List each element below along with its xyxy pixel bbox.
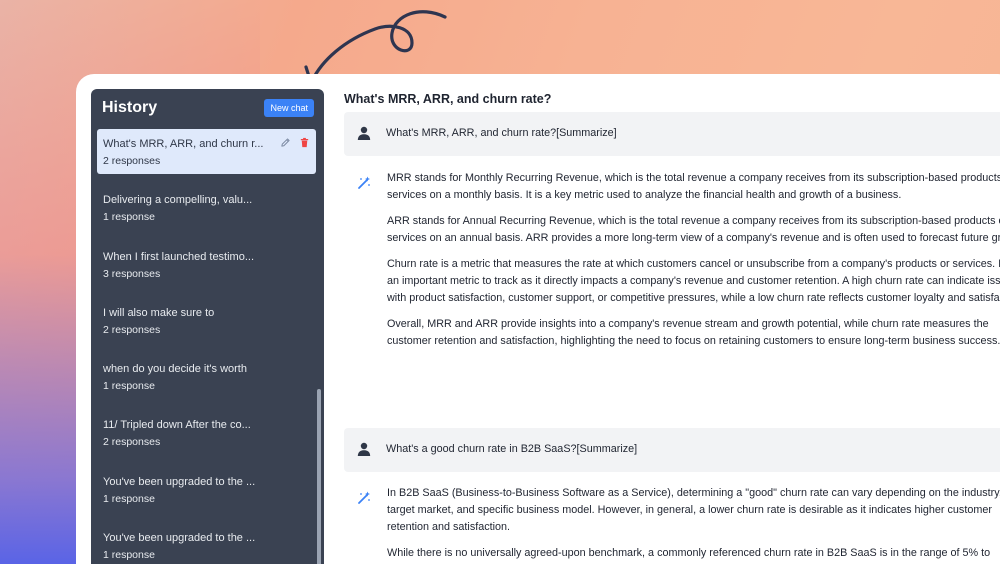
assistant-paragraph: Overall, MRR and ARR provide insights in… [387, 318, 1000, 347]
history-item[interactable]: I will also make sure to 2 responses [97, 298, 316, 343]
pencil-icon[interactable] [280, 137, 291, 148]
history-item-title: You've been upgraded to the ... [103, 475, 256, 488]
user-message-text: What's MRR, ARR, and churn rate?[Summari… [386, 127, 617, 139]
history-item-title: I will also make sure to [103, 306, 215, 319]
history-item[interactable]: Delivering a compelling, valu... 1 respo… [97, 185, 316, 230]
history-item-count: 3 responses [103, 267, 161, 280]
history-item-title: You've been upgraded to the ... [103, 532, 256, 545]
history-item-count: 2 responses [103, 323, 161, 336]
assistant-message-text: In B2B SaaS (Business-to-Business Softwa… [387, 485, 1000, 564]
chat-panel: What's MRR, ARR, and churn rate? What's … [344, 74, 1000, 564]
history-item[interactable]: 11/ Tripled down After the co... 2 respo… [97, 410, 316, 455]
new-chat-button[interactable]: New chat [264, 99, 314, 117]
history-item-actions [280, 137, 310, 148]
history-item-count: 1 response [103, 211, 155, 224]
user-message: What's MRR, ARR, and churn rate?[Summari… [344, 112, 1000, 156]
chat-title: What's MRR, ARR, and churn rate? [344, 92, 552, 106]
trash-icon[interactable] [299, 137, 310, 148]
sidebar-header: History New chat [91, 91, 324, 125]
history-item-title: What's MRR, ARR, and churn r... [103, 138, 263, 150]
history-item[interactable]: You've been upgraded to the ... 1 respon… [97, 467, 316, 512]
history-item[interactable]: when do you decide it's worth 1 response [97, 354, 316, 399]
history-item[interactable]: When I first launched testimo... 3 respo… [97, 242, 316, 287]
history-item-title: 11/ Tripled down After the co... [103, 419, 251, 432]
history-sidebar: History New chat What's MRR, ARR, and ch… [91, 89, 324, 564]
assistant-paragraph: Churn rate is a metric that measures the… [387, 258, 1000, 304]
history-item-title: Delivering a compelling, valu... [103, 194, 253, 207]
user-avatar-icon [357, 442, 371, 456]
user-avatar-icon [357, 126, 371, 140]
history-item-count: 2 responses [103, 436, 161, 449]
history-item-count: 2 responses [103, 155, 161, 167]
app-window: History New chat What's MRR, ARR, and ch… [76, 74, 1000, 564]
assistant-paragraph: While there is no universally agreed-upo… [387, 547, 991, 559]
assistant-paragraph: ARR stands for Annual Recurring Revenue,… [387, 215, 1000, 244]
history-item-count: 1 response [103, 549, 155, 562]
history-item-title: When I first launched testimo... [103, 250, 255, 263]
history-item-count: 1 response [103, 380, 155, 393]
sidebar-title: History [102, 99, 158, 116]
history-item[interactable]: What's MRR, ARR, and churn r... 2 respon… [97, 129, 316, 174]
user-message-text: What's a good churn rate in B2B SaaS?[Su… [386, 443, 638, 455]
assistant-message-text: MRR stands for Monthly Recurring Revenue… [387, 170, 1000, 359]
magic-wand-icon [358, 491, 370, 504]
history-list: What's MRR, ARR, and churn r... 2 respon… [97, 129, 316, 564]
magic-wand-icon [358, 176, 370, 189]
history-item[interactable]: You've been upgraded to the ... 1 respon… [97, 523, 316, 564]
history-item-title: when do you decide it's worth [103, 363, 247, 376]
user-message: What's a good churn rate in B2B SaaS?[Su… [344, 428, 1000, 472]
assistant-paragraph: MRR stands for Monthly Recurring Revenue… [387, 172, 1000, 201]
assistant-paragraph: In B2B SaaS (Business-to-Business Softwa… [387, 487, 1000, 533]
sidebar-scrollbar[interactable] [317, 389, 321, 564]
history-item-count: 1 response [103, 492, 155, 505]
